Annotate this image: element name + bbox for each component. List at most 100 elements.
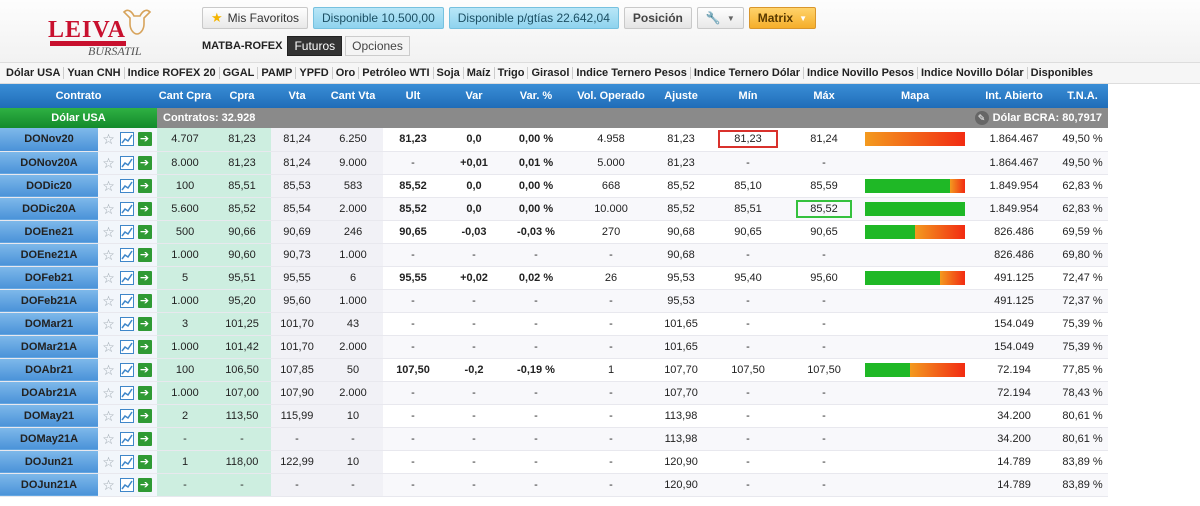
cant-vta-cell[interactable]: 2.000 xyxy=(323,335,384,359)
tab-opciones[interactable]: Opciones xyxy=(345,35,410,56)
col-header-vta[interactable]: Vta xyxy=(271,84,324,108)
arrow-right-icon[interactable]: ➔ xyxy=(137,362,152,377)
summary-instrument[interactable]: Dólar USA xyxy=(0,108,158,128)
table-row[interactable]: DONov20 ☆ ➔ 4.707 81,23 81,24 6.250 81,23 0,0 0,0… xyxy=(0,128,1109,152)
category-pamp[interactable]: PAMP xyxy=(258,67,297,79)
table-row[interactable]: DOMar21 ☆ ➔ 3 101,25 101,70 43- - - -101,65- -154.… xyxy=(0,312,1109,336)
star-icon[interactable]: ☆ xyxy=(102,294,116,308)
star-icon[interactable]: ☆ xyxy=(102,478,116,492)
arrow-right-icon[interactable]: ➔ xyxy=(137,293,152,308)
cant-cpra-cell[interactable]: - xyxy=(157,427,214,451)
cant-vta-cell[interactable]: 9.000 xyxy=(323,151,384,175)
col-header-tna[interactable]: T.N.A. xyxy=(1057,84,1109,108)
cant-cpra-cell[interactable]: 5.600 xyxy=(157,197,214,221)
cant-vta-cell[interactable]: 6 xyxy=(323,266,384,290)
cpra-cell[interactable]: 90,66 xyxy=(213,220,272,244)
contract-name[interactable]: DOAbr21 xyxy=(0,358,98,382)
cant-cpra-cell[interactable]: 1.000 xyxy=(157,243,214,267)
vta-cell[interactable]: 95,55 xyxy=(271,266,324,290)
arrow-right-icon[interactable]: ➔ xyxy=(137,477,152,492)
category-yuan-cnh[interactable]: Yuan CNH xyxy=(64,67,125,79)
arrow-right-icon[interactable]: ➔ xyxy=(137,316,152,331)
cant-vta-cell[interactable]: 246 xyxy=(323,220,384,244)
table-row[interactable]: DOAbr21 ☆ ➔ 100 106,50 107,85 50 107,50 -0,2 -0,1… xyxy=(0,358,1109,382)
cpra-cell[interactable]: 118,00 xyxy=(213,450,272,474)
star-icon[interactable]: ☆ xyxy=(102,202,116,216)
vta-cell[interactable]: 101,70 xyxy=(271,312,324,336)
cant-cpra-cell[interactable]: 5 xyxy=(157,266,214,290)
cant-vta-cell[interactable]: 1.000 xyxy=(323,243,384,267)
cant-vta-cell[interactable]: 2.000 xyxy=(323,381,384,405)
chart-icon[interactable] xyxy=(119,408,134,423)
cant-cpra-cell[interactable]: - xyxy=(157,473,214,497)
col-header-var-pct[interactable]: Var. % xyxy=(505,84,568,108)
cant-cpra-cell[interactable]: 100 xyxy=(157,358,214,382)
chart-icon[interactable] xyxy=(119,201,134,216)
col-header-mapa[interactable]: Mapa xyxy=(859,84,972,108)
cant-vta-cell[interactable]: 583 xyxy=(323,174,384,198)
table-row[interactable]: DOFeb21 ☆ ➔ 5 95,51 95,55 6 95,55 +0,02 0,02 % 26 9… xyxy=(0,266,1109,290)
category-indice-ternero-dolar[interactable]: Indice Ternero Dólar xyxy=(691,67,804,79)
chart-icon[interactable] xyxy=(119,270,134,285)
table-row[interactable]: DOAbr21A ☆ ➔ 1.000 107,00 107,90 2.000- - - -107,… xyxy=(0,381,1109,405)
star-icon[interactable]: ☆ xyxy=(102,225,116,239)
table-row[interactable]: DOMay21A ☆ ➔ - - - - - - - -113,98- -34.200 80,61 % xyxy=(0,427,1109,451)
arrow-right-icon[interactable]: ➔ xyxy=(137,132,152,147)
cpra-cell[interactable]: 95,51 xyxy=(213,266,272,290)
table-row[interactable]: DOMar21A ☆ ➔ 1.000 101,42 101,70 2.000- - - -101,… xyxy=(0,335,1109,359)
cpra-cell[interactable]: 85,51 xyxy=(213,174,272,198)
cant-cpra-cell[interactable]: 1 xyxy=(157,450,214,474)
cant-vta-cell[interactable]: 10 xyxy=(323,404,384,428)
contract-name[interactable]: DOJun21A xyxy=(0,473,98,497)
star-icon[interactable]: ☆ xyxy=(102,179,116,193)
cpra-cell[interactable]: 81,23 xyxy=(213,151,272,175)
vta-cell[interactable]: - xyxy=(271,427,324,451)
cant-cpra-cell[interactable]: 2 xyxy=(157,404,214,428)
leiva-logo[interactable]: LEIVA BURSATIL xyxy=(48,6,158,58)
chart-icon[interactable] xyxy=(119,224,134,239)
chart-icon[interactable] xyxy=(119,431,134,446)
category-ggal[interactable]: GGAL xyxy=(220,67,259,79)
col-header-max[interactable]: Máx xyxy=(789,84,860,108)
cant-vta-cell[interactable]: - xyxy=(323,427,384,451)
category-ypfd[interactable]: YPFD xyxy=(296,67,333,79)
contract-name[interactable]: DONov20A xyxy=(0,151,98,175)
arrow-right-icon[interactable]: ➔ xyxy=(137,339,152,354)
vta-cell[interactable]: 85,53 xyxy=(271,174,324,198)
chart-icon[interactable] xyxy=(119,247,134,262)
arrow-right-icon[interactable]: ➔ xyxy=(137,270,152,285)
cpra-cell[interactable]: 113,50 xyxy=(213,404,272,428)
cant-cpra-cell[interactable]: 8.000 xyxy=(157,151,214,175)
contract-name[interactable]: DODic20A xyxy=(0,197,98,221)
cant-vta-cell[interactable]: 43 xyxy=(323,312,384,336)
cpra-cell[interactable]: 90,60 xyxy=(213,243,272,267)
category-petroleo-wti[interactable]: Petróleo WTI xyxy=(359,67,434,79)
available-guarantees-button[interactable]: Disponible p/gtías 22.642,04 xyxy=(448,7,619,29)
category-disponibles[interactable]: Disponibles xyxy=(1028,67,1096,79)
cpra-cell[interactable]: 95,20 xyxy=(213,289,272,313)
star-icon[interactable]: ☆ xyxy=(102,409,116,423)
cant-cpra-cell[interactable]: 4.707 xyxy=(157,128,214,152)
vta-cell[interactable]: 90,69 xyxy=(271,220,324,244)
arrow-right-icon[interactable]: ➔ xyxy=(137,408,152,423)
vta-cell[interactable]: - xyxy=(271,473,324,497)
star-icon[interactable]: ☆ xyxy=(102,156,116,170)
vta-cell[interactable]: 107,85 xyxy=(271,358,324,382)
cant-cpra-cell[interactable]: 500 xyxy=(157,220,214,244)
available-balance-button[interactable]: Disponible 10.500,00 xyxy=(313,7,444,29)
cpra-cell[interactable]: 85,52 xyxy=(213,197,272,221)
cant-vta-cell[interactable]: 10 xyxy=(323,450,384,474)
vta-cell[interactable]: 95,60 xyxy=(271,289,324,313)
star-icon[interactable]: ☆ xyxy=(102,363,116,377)
category-indice-novillo-dolar[interactable]: Indice Novillo Dólar xyxy=(918,67,1028,79)
col-header-vol-operado[interactable]: Vol. Operado xyxy=(567,84,656,108)
table-row[interactable]: DOFeb21A ☆ ➔ 1.000 95,20 95,60 1.000- - - -95,53-… xyxy=(0,289,1109,313)
arrow-right-icon[interactable]: ➔ xyxy=(137,385,152,400)
contract-name[interactable]: DOEne21 xyxy=(0,220,98,244)
cpra-cell[interactable]: 101,25 xyxy=(213,312,272,336)
star-icon[interactable]: ☆ xyxy=(102,248,116,262)
cant-vta-cell[interactable]: 2.000 xyxy=(323,197,384,221)
vta-cell[interactable]: 107,90 xyxy=(271,381,324,405)
chart-icon[interactable] xyxy=(119,385,134,400)
star-icon[interactable]: ☆ xyxy=(102,386,116,400)
